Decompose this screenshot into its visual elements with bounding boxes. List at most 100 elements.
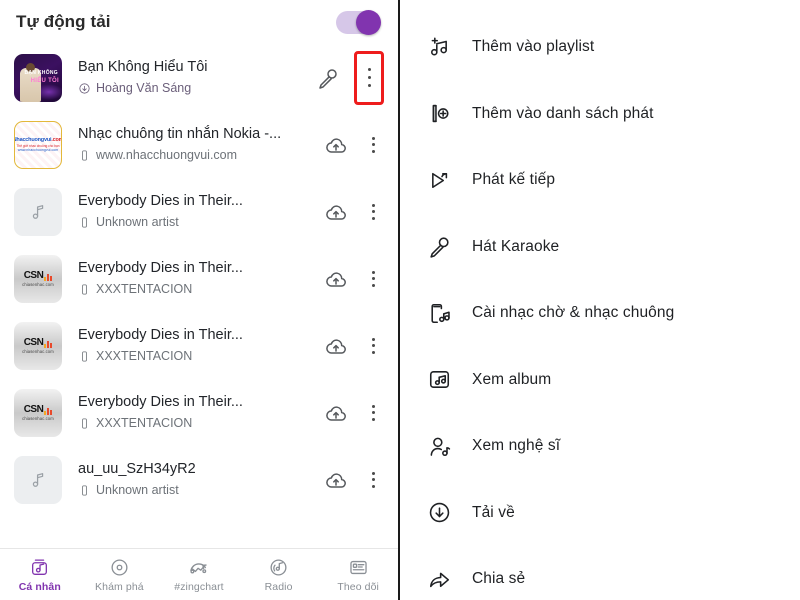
song-subtitle-text: Unknown artist (96, 483, 179, 498)
context-menu-item[interactable]: Phát kế tiếp (400, 147, 798, 214)
device-icon (78, 216, 91, 229)
nav-item-zingchart[interactable]: #zingchart (159, 557, 239, 593)
song-subtitle: XXXTENTACION (78, 415, 318, 431)
art-url: chiasenhac.com (22, 282, 54, 287)
song-subtitle-text: www.nhacchuongvui.com (96, 148, 238, 163)
app-screen: Tự động tải BẠN KHÔNG HIỂU TÔI Bạn Không H… (0, 0, 800, 600)
song-row[interactable]: BẠN KHÔNG HIỂU TÔI Bạn Không Hiểu Tôi Hoàng… (0, 44, 398, 111)
song-overflow-menu-button[interactable] (362, 468, 384, 492)
album-art: Nhacchuongvui.comThế giới nhạc chuông ch… (14, 120, 62, 169)
song-subtitle: XXXTENTACION (78, 281, 318, 297)
album-art: CSN chiasenhac.com (14, 254, 62, 303)
song-overflow-menu-button[interactable] (362, 267, 384, 291)
download-circle-icon (424, 498, 454, 528)
song-meta: Everybody Dies in Their... Unknown artist (78, 192, 324, 230)
song-subtitle: XXXTENTACION (78, 348, 318, 364)
artist-person-icon (424, 431, 454, 461)
song-overflow-menu-button[interactable] (354, 50, 384, 105)
album-art-placeholder (14, 455, 62, 504)
song-subtitle: Unknown artist (78, 482, 318, 498)
cloud-upload-icon[interactable] (324, 133, 348, 157)
song-overflow-menu-button[interactable] (362, 334, 384, 358)
toggle-knob (356, 9, 381, 35)
context-menu-item[interactable]: Cài nhạc chờ & nhạc chuông (400, 280, 798, 347)
nav-item-kh-m-ph[interactable]: Khám phá (80, 557, 160, 593)
cloud-upload-icon[interactable] (324, 200, 348, 224)
cloud-upload-icon[interactable] (324, 334, 348, 358)
row-actions (324, 267, 384, 291)
album-art-placeholder (14, 187, 62, 236)
cloud-upload-icon[interactable] (324, 267, 348, 291)
art-brand: Nhacchuongvui.com (14, 137, 61, 143)
cloud-upload-icon[interactable] (324, 468, 348, 492)
microphone-icon[interactable] (316, 66, 340, 90)
song-meta: Everybody Dies in Their... XXXTENTACION (78, 259, 324, 297)
context-menu-item-label: Phát kế tiếp (472, 171, 556, 189)
art-brand: CSN (24, 270, 53, 281)
song-title: Everybody Dies in Their... (78, 394, 243, 411)
song-meta: Everybody Dies in Their... XXXTENTACION (78, 326, 324, 364)
context-menu-item[interactable]: Tải về (400, 480, 798, 547)
song-subtitle: Hoàng Văn Sáng (78, 80, 310, 96)
play-next-icon (424, 165, 454, 195)
context-menu-item-label: Cài nhạc chờ & nhạc chuông (472, 304, 675, 322)
song-meta: Bạn Không Hiểu Tôi Hoàng Văn Sáng (78, 58, 316, 96)
microphone-icon (424, 232, 454, 262)
device-icon (78, 484, 91, 497)
song-meta: au_uu_SzH34yR2 Unknown artist (78, 460, 324, 498)
song-list[interactable]: BẠN KHÔNG HIỂU TÔI Bạn Không Hiểu Tôi Hoàng… (0, 44, 398, 548)
radio-icon (268, 557, 289, 578)
art-title-bottom: HIỂU TÔI (30, 77, 59, 84)
nav-item-theo-d-i[interactable]: Theo dõi (318, 557, 398, 593)
album-icon (424, 365, 454, 395)
song-subtitle-text: XXXTENTACION (96, 282, 193, 297)
cloud-upload-icon[interactable] (324, 401, 348, 425)
add-to-queue-icon (424, 99, 454, 129)
song-row[interactable]: Everybody Dies in Their... Unknown artist (0, 178, 398, 245)
context-menu-panel[interactable]: Thêm vào playlist Thêm vào danh sách phát… (400, 0, 798, 600)
song-overflow-menu-button[interactable] (362, 401, 384, 425)
art-url: chiasenhac.com (22, 349, 54, 354)
context-menu-item[interactable]: Thêm vào playlist (400, 14, 798, 81)
nav-item-c-nh-n[interactable]: Cá nhân (0, 557, 80, 593)
music-note-icon (28, 470, 48, 490)
row-actions (324, 334, 384, 358)
art-equalizer-icon (44, 274, 53, 281)
auto-download-header: Tự động tải (0, 0, 398, 44)
context-menu-item[interactable]: Thêm vào danh sách phát (400, 81, 798, 148)
device-icon (78, 149, 91, 162)
personal-library-icon (29, 557, 50, 578)
song-title: Nhạc chuông tin nhắn Nokia -... (78, 126, 282, 143)
song-row[interactable]: CSN chiasenhac.com Everybody Dies in Their… (0, 245, 398, 312)
art-brand: CSN (24, 404, 53, 415)
song-row[interactable]: au_uu_SzH34yR2 Unknown artist (0, 446, 398, 513)
art-url: chiasenhac.com (22, 416, 54, 421)
context-menu-item-label: Xem album (472, 370, 552, 388)
album-art: BẠN KHÔNG HIỂU TÔI (14, 53, 62, 102)
context-menu-item[interactable]: Xem nghệ sĩ (400, 413, 798, 480)
device-icon (78, 350, 91, 363)
context-menu-item[interactable]: Xem album (400, 347, 798, 414)
row-actions (324, 133, 384, 157)
art-url: www.nhacchuongvui.com (17, 148, 59, 152)
song-row[interactable]: CSN chiasenhac.com Everybody Dies in Their… (0, 379, 398, 446)
song-subtitle-text: Unknown artist (96, 215, 179, 230)
row-actions (324, 468, 384, 492)
song-row[interactable]: Nhacchuongvui.comThế giới nhạc chuông ch… (0, 111, 398, 178)
context-menu-item-label: Thêm vào danh sách phát (472, 104, 654, 122)
song-subtitle: www.nhacchuongvui.com (78, 147, 318, 163)
song-subtitle-text: XXXTENTACION (96, 349, 193, 364)
context-menu-item[interactable]: Hát Karaoke (400, 214, 798, 281)
song-title: au_uu_SzH34yR2 (78, 461, 196, 478)
following-feed-icon (348, 557, 369, 578)
song-overflow-menu-button[interactable] (362, 200, 384, 224)
song-row[interactable]: CSN chiasenhac.com Everybody Dies in Their… (0, 312, 398, 379)
nav-item-radio[interactable]: Radio (239, 557, 319, 593)
song-overflow-menu-button[interactable] (362, 133, 384, 157)
song-title: Everybody Dies in Their... (78, 260, 243, 277)
auto-download-toggle[interactable] (336, 9, 381, 35)
context-menu-item[interactable]: Chia sẻ (400, 546, 798, 600)
art-equalizer-icon (44, 408, 53, 415)
song-meta: Nhạc chuông tin nhắn Nokia -... www.nhacc… (78, 125, 324, 163)
bottom-navigation[interactable]: Cá nhân Khám phá #zingchart Radio Theo dõi (0, 548, 398, 600)
